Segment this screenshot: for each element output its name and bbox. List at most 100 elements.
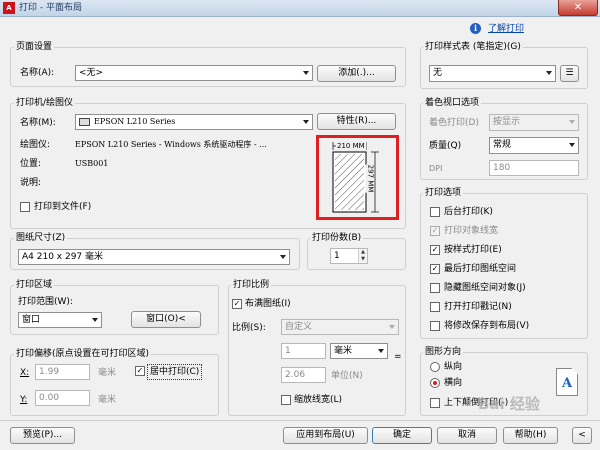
equals-sign: =	[394, 352, 402, 362]
scale-value1-input[interactable]: 1	[281, 343, 326, 359]
apply-to-layout-button[interactable]: 应用到布局(U)	[283, 427, 368, 444]
print-to-file-label: 打印到文件(F)	[34, 202, 92, 212]
page-setup-name-value: <无>	[79, 68, 104, 78]
printer-group-title: 打印机/绘图仪	[14, 97, 76, 109]
shade-plot-combo[interactable]: 按显示	[489, 114, 579, 131]
fit-to-paper-checkbox[interactable]: ✓	[232, 299, 242, 309]
print-range-value: 窗口	[22, 315, 41, 325]
autocad-logo-icon: A	[3, 2, 15, 14]
landscape-label: 横向	[444, 378, 463, 388]
learn-printing-link[interactable]: 了解打印	[488, 23, 524, 35]
plot-option-label: 后台打印(K)	[444, 207, 493, 217]
chevron-down-icon	[389, 325, 395, 329]
description-label: 说明:	[20, 178, 42, 188]
preview-button[interactable]: 预览(P)...	[10, 427, 75, 444]
plotter-label: 绘图仪:	[20, 140, 51, 150]
page-setup-name-combo[interactable]: <无>	[75, 65, 313, 81]
shaded-viewport-title: 着色视口选项	[423, 97, 482, 109]
scale-unit-combo[interactable]: 毫米	[330, 343, 388, 359]
scale-lineweights-label: 缩放线宽(L)	[294, 395, 343, 405]
fit-to-paper-label: 布满图纸(I)	[245, 299, 291, 309]
plot-option-checkbox[interactable]: ✓	[430, 264, 440, 274]
plot-option-label: 最后打印图纸空间	[444, 264, 517, 274]
footer-divider	[0, 420, 600, 421]
orientation-title: 图形方向	[423, 346, 464, 358]
chevron-down-icon	[378, 349, 384, 353]
scale-lineweights-checkbox[interactable]	[281, 395, 291, 405]
copies-value: 1	[334, 251, 340, 261]
quality-combo[interactable]: 常规	[489, 137, 579, 154]
landscape-page-icon: A	[556, 368, 578, 396]
ok-button[interactable]: 确定	[372, 427, 432, 444]
chevron-down-icon	[569, 120, 575, 124]
copies-stepper[interactable]: 1 ▲ ▼	[330, 248, 368, 264]
printer-name-combo[interactable]: EPSON L210 Series	[75, 114, 313, 130]
help-button[interactable]: 帮助(H)	[503, 427, 558, 444]
add-page-setup-button[interactable]: 添加(.)...	[317, 65, 396, 82]
quality-value: 常规	[493, 140, 512, 150]
scale-label: 比例(S):	[232, 323, 266, 333]
dpi-input[interactable]: 180	[489, 160, 579, 176]
portrait-radio[interactable]	[430, 362, 440, 372]
print-to-file-checkbox[interactable]	[20, 202, 30, 212]
location-label: 位置:	[20, 159, 42, 169]
offset-x-unit: 毫米	[98, 368, 117, 378]
unit-label: 单位(N)	[331, 371, 363, 381]
orientation-letter: A	[562, 376, 573, 391]
scale-value2-input[interactable]: 2.06	[281, 367, 326, 383]
print-offset-title: 打印偏移(原点设置在可打印区域)	[14, 348, 152, 360]
printer-name-label: 名称(M):	[20, 118, 56, 128]
pen-settings-icon[interactable]: ☰	[560, 65, 579, 82]
dpi-label: DPI	[429, 164, 443, 173]
paper-size-combo[interactable]: A4 210 x 297 毫米	[18, 249, 290, 265]
plot-option-label: 打印对象线宽	[444, 226, 499, 236]
print-scale-title: 打印比例	[231, 279, 272, 291]
window-title: 打印 - 平面布局	[19, 3, 82, 13]
collapse-options-button[interactable]: <	[572, 427, 592, 444]
offset-y-label: Y:	[20, 395, 28, 405]
chevron-down-icon	[546, 71, 552, 75]
plot-option-checkbox[interactable]: ✓	[430, 245, 440, 255]
plot-style-combo[interactable]: 无	[429, 65, 556, 82]
close-button[interactable]: ✕	[558, 0, 598, 16]
printer-properties-button[interactable]: 特性(R)...	[317, 113, 396, 130]
plot-style-title: 打印样式表 (笔指定)(G)	[423, 41, 523, 53]
chevron-down-icon	[280, 255, 286, 259]
offset-y-input[interactable]: 0.00	[35, 390, 90, 406]
printer-name-value: EPSON L210 Series	[94, 117, 176, 126]
plot-option-checkbox[interactable]	[430, 302, 440, 312]
scale-value: 自定义	[285, 322, 313, 332]
landscape-radio[interactable]	[430, 378, 440, 388]
plot-option-label: 按样式打印(E)	[444, 245, 502, 255]
scale-combo[interactable]: 自定义	[281, 319, 399, 335]
page-setup-title: 页面设置	[14, 41, 55, 53]
plot-options-title: 打印选项	[423, 187, 464, 199]
page-setup-name-label: 名称(A):	[20, 68, 55, 78]
cancel-button[interactable]: 取消	[437, 427, 497, 444]
print-range-combo[interactable]: 窗口	[18, 312, 102, 328]
plot-option-checkbox[interactable]	[430, 283, 440, 293]
center-plot-label: 居中打印(C)	[147, 364, 203, 380]
shade-plot-value: 按显示	[493, 117, 521, 127]
offset-x-input[interactable]: 1.99	[35, 364, 90, 380]
plot-option-checkbox[interactable]: ✓	[430, 226, 440, 236]
window-select-button[interactable]: 窗口(O)<	[131, 311, 201, 328]
upside-down-checkbox[interactable]	[430, 398, 440, 408]
portrait-label: 纵向	[444, 362, 463, 372]
spin-arrows-icon[interactable]: ▲ ▼	[358, 249, 367, 263]
shade-plot-label: 着色打印(D)	[429, 118, 479, 128]
paper-size-title: 图纸尺寸(Z)	[14, 232, 68, 244]
plot-option-label: 打开打印戳记(N)	[444, 302, 512, 312]
center-plot-checkbox[interactable]: ✓	[135, 366, 145, 376]
title-bar: A 打印 - 平面布局	[0, 0, 600, 17]
plot-option-label: 将修改保存到布局(V)	[444, 321, 530, 331]
chevron-down-icon	[303, 120, 309, 124]
print-area-title: 打印区域	[14, 279, 55, 291]
plot-option-checkbox[interactable]	[430, 207, 440, 217]
plot-option-label: 隐藏图纸空间对象(J)	[444, 283, 526, 293]
preview-height-label: 297 MM	[365, 164, 375, 193]
quality-label: 质量(Q)	[429, 141, 462, 151]
chevron-down-icon	[92, 318, 98, 322]
plot-option-checkbox[interactable]	[430, 321, 440, 331]
offset-y-unit: 毫米	[98, 395, 117, 405]
